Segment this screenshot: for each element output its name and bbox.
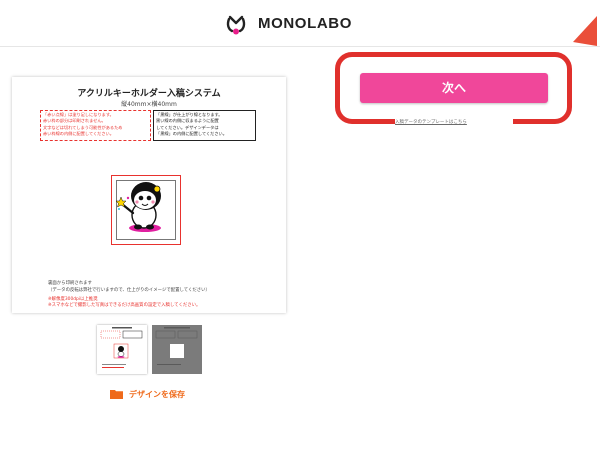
preview-size: 縦40mm×横40mm — [121, 101, 177, 108]
red-triangle-arrow-icon — [573, 16, 597, 46]
site-header: MONOLABO — [0, 0, 600, 47]
monolabo-logo-icon[interactable] — [226, 13, 246, 35]
template-link[interactable]: 入稿データのテンプレートはこちら — [395, 119, 513, 126]
reverse-note: （データの反転は弊社で行いますので、仕上がりのイメージで配置してください） — [48, 288, 210, 293]
next-button[interactable]: 次へ — [360, 73, 548, 103]
back-thumbnail[interactable] — [152, 325, 202, 374]
save-design-link[interactable]: デザインを保存 — [110, 388, 185, 400]
front-thumbnail[interactable] — [97, 325, 147, 374]
back-thumbnail-graphic — [155, 327, 198, 365]
bleed-note-line: 赤い枠線の内側に配置してください。 — [43, 130, 114, 136]
print-side-note: 裏面から印刷されます — [48, 281, 92, 286]
mascot-artwork[interactable] — [116, 178, 168, 234]
photo-note: ※スマホなどで撮影した写真はできるだけ高画質の設定で入稿してください。 — [48, 303, 201, 308]
print-area[interactable] — [111, 175, 181, 245]
trim-note-line: 「黒線」の内側に配置してください。 — [156, 130, 227, 136]
brand-name[interactable]: MONOLABO — [258, 15, 352, 32]
preview-title: アクリルキーホルダー入稿システム — [77, 89, 221, 99]
save-design-label: デザインを保存 — [129, 389, 185, 399]
front-thumbnail-graphic — [100, 327, 143, 368]
bleed-note: 「赤い点線」は塗り足しになります。 赤い枠の部分は印刷されません。 文字などは切… — [40, 110, 151, 141]
design-preview: アクリルキーホルダー入稿システム 縦40mm×横40mm 「赤い点線」は塗り足し… — [12, 77, 286, 313]
folder-icon — [110, 390, 123, 399]
trim-note: 「黒線」が仕上がり線となります。 黒い線の内側に収まるように配置 してください。… — [153, 110, 256, 141]
